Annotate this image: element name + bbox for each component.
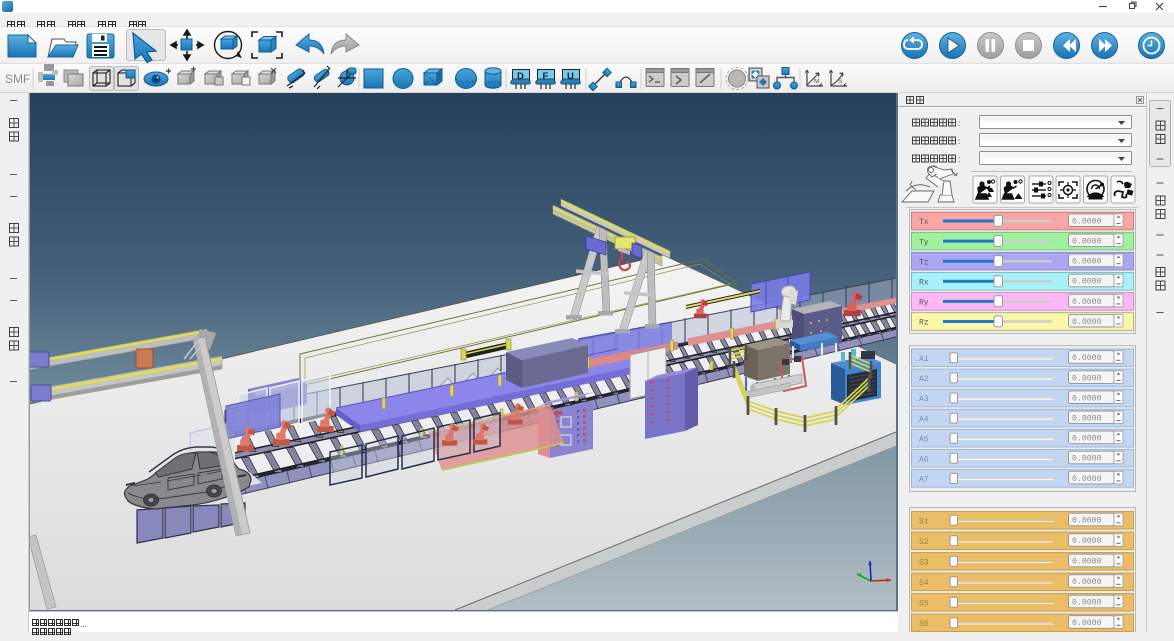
svg-text:0.0000: 0.0000 bbox=[1072, 217, 1102, 226]
svg-text:0.0000: 0.0000 bbox=[1072, 455, 1102, 464]
svg-text:0.0000: 0.0000 bbox=[1072, 238, 1102, 247]
svg-text::: : bbox=[958, 155, 960, 164]
svg-text:A6: A6 bbox=[919, 456, 929, 465]
svg-text:A7: A7 bbox=[919, 476, 929, 485]
svg-text:SMF: SMF bbox=[5, 72, 30, 86]
svg-text:0.0000: 0.0000 bbox=[1072, 619, 1102, 628]
svg-text:0.0000: 0.0000 bbox=[1072, 298, 1102, 307]
svg-text:Ty: Ty bbox=[919, 238, 929, 247]
svg-text:Rx: Rx bbox=[919, 279, 929, 288]
svg-text:S3: S3 bbox=[919, 559, 929, 568]
svg-text:A4: A4 bbox=[919, 415, 929, 424]
svg-text:Rz: Rz bbox=[919, 319, 929, 328]
svg-text:S1: S1 bbox=[919, 518, 929, 527]
svg-text:0.0000: 0.0000 bbox=[1072, 517, 1102, 526]
svg-text:Tx: Tx bbox=[919, 218, 929, 227]
svg-text:0.0000: 0.0000 bbox=[1072, 475, 1102, 484]
svg-text::: : bbox=[958, 137, 960, 146]
svg-text:0.0000: 0.0000 bbox=[1072, 578, 1102, 587]
svg-text:0.0000: 0.0000 bbox=[1072, 278, 1102, 287]
svg-text:S2: S2 bbox=[919, 538, 929, 547]
svg-text::: : bbox=[958, 119, 960, 128]
svg-text:A5: A5 bbox=[919, 435, 929, 444]
svg-text:0.0000: 0.0000 bbox=[1072, 318, 1102, 327]
svg-text:M: M bbox=[814, 78, 819, 85]
svg-text:U: U bbox=[567, 71, 574, 82]
svg-text:0.0000: 0.0000 bbox=[1072, 537, 1102, 546]
svg-text:0.0000: 0.0000 bbox=[1072, 258, 1102, 267]
svg-text:A2: A2 bbox=[919, 375, 929, 384]
svg-text:0.0000: 0.0000 bbox=[1072, 415, 1102, 424]
svg-text:0.0000: 0.0000 bbox=[1072, 558, 1102, 567]
svg-text:S6: S6 bbox=[919, 620, 929, 629]
svg-text:0.0000: 0.0000 bbox=[1072, 394, 1102, 403]
svg-text:S4: S4 bbox=[919, 579, 929, 588]
svg-text:D: D bbox=[517, 71, 524, 82]
svg-text:0.0000: 0.0000 bbox=[1072, 374, 1102, 383]
svg-text:S: S bbox=[838, 78, 843, 85]
svg-text:0.0000: 0.0000 bbox=[1072, 354, 1102, 363]
svg-text:S5: S5 bbox=[919, 600, 929, 609]
svg-text:0.0000: 0.0000 bbox=[1072, 599, 1102, 608]
svg-text:A3: A3 bbox=[919, 395, 929, 404]
svg-text:A1: A1 bbox=[919, 355, 929, 364]
svg-text:Tz: Tz bbox=[919, 258, 929, 267]
svg-text:Ry: Ry bbox=[919, 299, 929, 308]
svg-text:F: F bbox=[543, 71, 549, 82]
svg-text:0.0000: 0.0000 bbox=[1072, 435, 1102, 444]
